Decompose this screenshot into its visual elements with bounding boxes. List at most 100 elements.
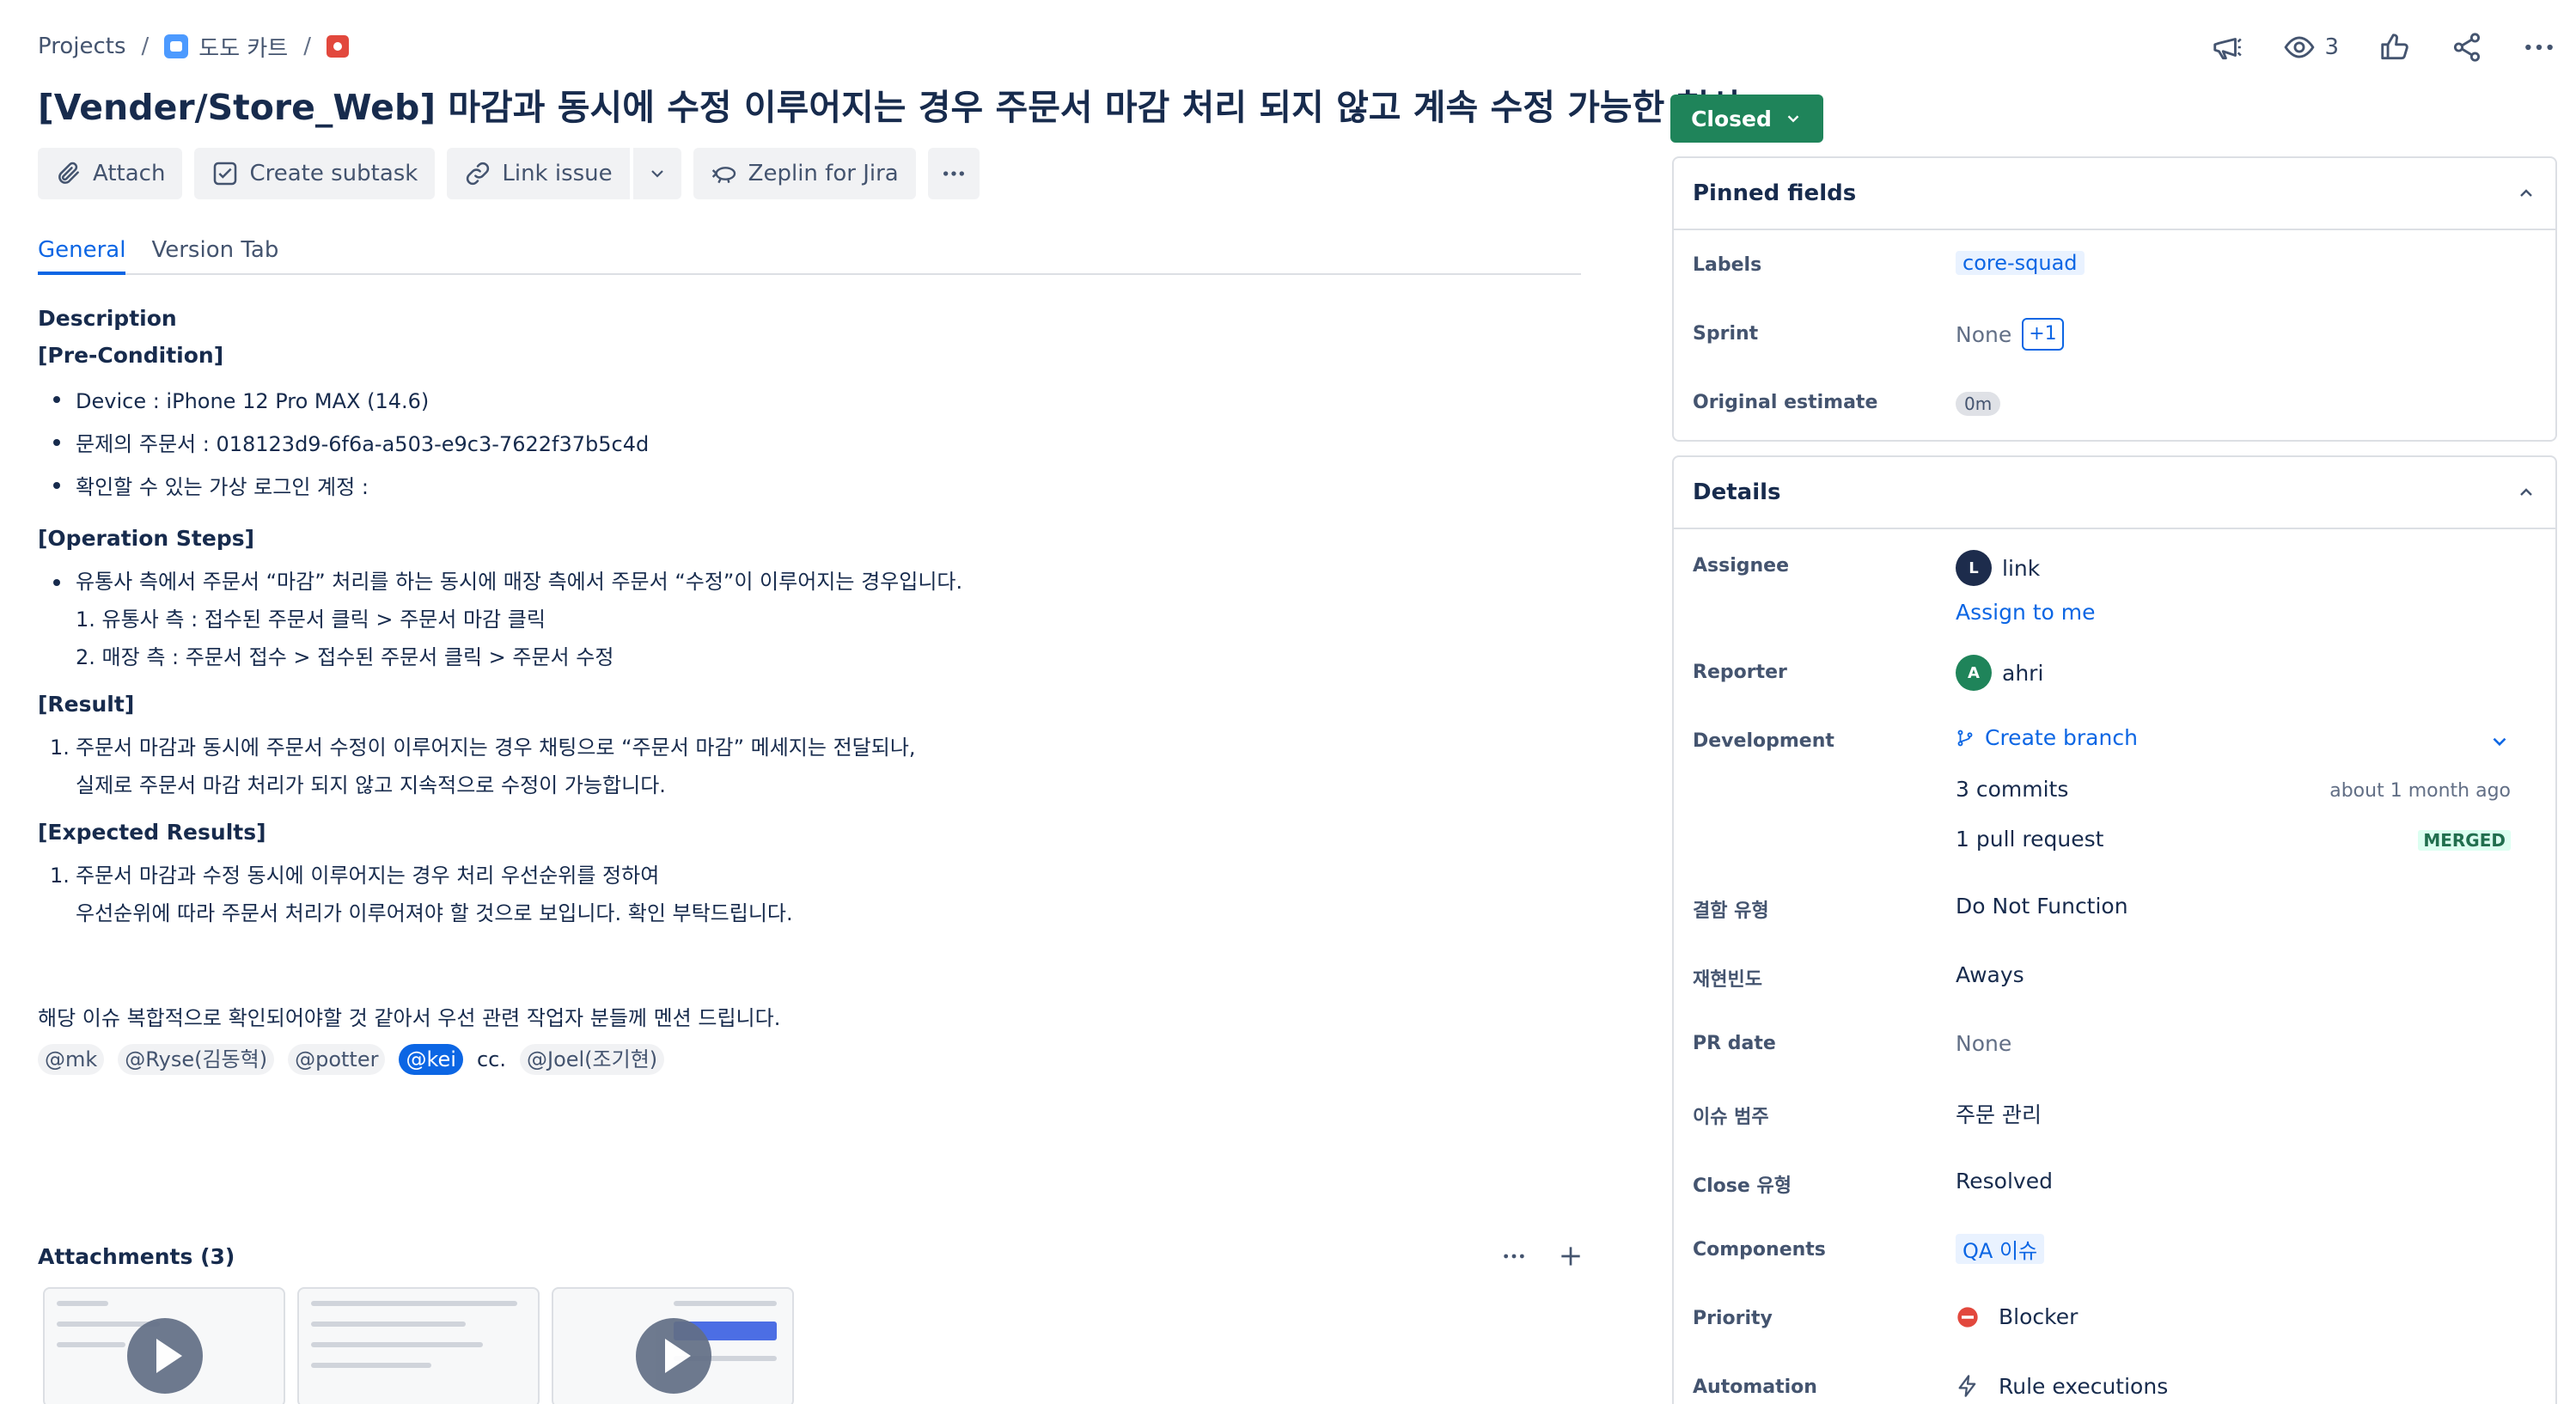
- list-item: 유통사 측에서 주문서 “마감” 처리를 하는 동시에 매장 측에서 주문서 “…: [38, 563, 1584, 601]
- status-label: Closed: [1691, 106, 1772, 131]
- commits-link[interactable]: 3 commits: [1956, 777, 2068, 802]
- watch-count: 3: [2324, 34, 2339, 60]
- sprint-field-value[interactable]: None +1: [1956, 318, 2064, 351]
- avatar: L: [1956, 550, 1992, 586]
- pinned-fields-header[interactable]: Pinned fields: [1674, 158, 2555, 230]
- defect-type-field-value[interactable]: Do Not Function: [1956, 894, 2128, 919]
- play-icon: [127, 1318, 203, 1394]
- pull-request-link[interactable]: 1 pull request: [1956, 827, 2103, 852]
- estimate-field-value[interactable]: 0m: [1956, 392, 2001, 416]
- link-issue-button[interactable]: Link issue: [447, 148, 630, 199]
- pinned-fields-title: Pinned fields: [1693, 180, 1857, 206]
- assignee-field-value[interactable]: L link: [1956, 550, 2040, 586]
- expected-line: 주문서 마감과 수정 동시에 이루어지는 경우 처리 우선순위를 정하여: [76, 864, 660, 888]
- attachments-actions: [1500, 1242, 1584, 1270]
- list-number: 1.: [50, 736, 70, 760]
- attachment-thumbnail[interactable]: [552, 1287, 794, 1404]
- avatar: A: [1956, 655, 1992, 691]
- list-item: 1. 주문서 마감과 동시에 주문서 수정이 이루어지는 경우 채팅으로 “주문…: [38, 729, 1584, 766]
- share-button[interactable]: [2451, 31, 2483, 64]
- cc-label: cc.: [476, 1047, 506, 1071]
- labels-field-value[interactable]: core-squad: [1956, 251, 2085, 275]
- breadcrumb-separator: /: [303, 34, 311, 59]
- components-field-value[interactable]: QA 이슈: [1956, 1234, 2045, 1264]
- blocker-priority-icon: [1957, 1306, 1978, 1328]
- attach-button[interactable]: Attach: [38, 148, 183, 199]
- bug-issue-type-icon[interactable]: [327, 35, 349, 58]
- mention-ryse[interactable]: @Ryse(김동혁): [118, 1044, 275, 1075]
- create-subtask-label: Create subtask: [249, 161, 418, 186]
- details-header[interactable]: Details: [1674, 457, 2555, 529]
- project-icon: [164, 34, 189, 58]
- priority-value: Blocker: [1999, 1304, 2079, 1329]
- step-item: 2. 매장 측 : 주문서 접수 > 접수된 주문서 클릭 > 주문서 수정: [76, 645, 614, 669]
- breadcrumb-projects-link[interactable]: Projects: [38, 34, 126, 59]
- pr-date-field-label: PR date: [1693, 1033, 1776, 1054]
- chevron-down-icon: [650, 170, 663, 178]
- create-branch-link[interactable]: Create branch: [1956, 725, 2138, 750]
- assignee-name: link: [2002, 555, 2041, 581]
- pinned-fields-panel: Pinned fields Labels core-squad Sprint N…: [1672, 156, 2557, 442]
- mention-potter[interactable]: @potter: [288, 1044, 386, 1075]
- watch-button[interactable]: 3: [2283, 31, 2339, 64]
- attachment-thumbnail[interactable]: [43, 1287, 285, 1404]
- reporter-field-value[interactable]: A ahri: [1956, 655, 2043, 691]
- zeplin-label: Zeplin for Jira: [748, 161, 899, 186]
- category-field-value[interactable]: 주문 관리: [1956, 1098, 2042, 1129]
- sprint-field-label: Sprint: [1693, 323, 1759, 345]
- close-type-field-value[interactable]: Resolved: [1956, 1169, 2053, 1193]
- assignee-field-label: Assignee: [1693, 555, 1790, 577]
- tab-version[interactable]: Version Tab: [151, 232, 278, 275]
- feedback-button[interactable]: [2211, 31, 2243, 64]
- status-badge: MERGED: [2418, 830, 2511, 851]
- estimate-value: 0m: [1956, 392, 2001, 416]
- pr-date-field-value[interactable]: None: [1956, 1031, 2011, 1056]
- sprint-value: None: [1956, 321, 2012, 347]
- result-heading: [Result]: [38, 692, 135, 717]
- add-icon[interactable]: [1557, 1242, 1584, 1270]
- link-issue-label: Link issue: [502, 161, 613, 186]
- frequency-field-value[interactable]: Aways: [1956, 962, 2024, 987]
- eye-icon: [2284, 36, 2315, 58]
- chevron-down-icon[interactable]: [2488, 730, 2511, 753]
- more-icon[interactable]: [1500, 1242, 1528, 1270]
- breadcrumb: Projects / 도도 카트 /: [38, 31, 349, 62]
- mention-kei[interactable]: @kei: [399, 1044, 463, 1075]
- tab-general[interactable]: General: [38, 232, 126, 275]
- mention-mk[interactable]: @mk: [38, 1044, 105, 1075]
- issue-title[interactable]: [Vender/Store_Web] 마감과 동시에 수정 이루어지는 경우 주…: [38, 82, 1742, 132]
- sprint-more-badge[interactable]: +1: [2022, 318, 2064, 351]
- development-field-label: Development: [1693, 730, 1834, 752]
- automation-field-label: Automation: [1693, 1377, 1817, 1398]
- megaphone-icon: [2213, 38, 2243, 60]
- component-chip[interactable]: QA 이슈: [1956, 1234, 2045, 1264]
- more-icon: [943, 171, 964, 176]
- vote-button[interactable]: [2378, 31, 2411, 64]
- status-dropdown[interactable]: Closed: [1670, 95, 1823, 143]
- list-item: 문제의 주문서 : 018123d9-6f6a-a503-e9c3-7622f3…: [38, 423, 1584, 466]
- create-subtask-button[interactable]: Create subtask: [194, 148, 436, 199]
- details-panel: Details Assignee L link Assign to me Rep…: [1672, 455, 2557, 1404]
- mention-joel[interactable]: @Joel(조기현): [519, 1044, 665, 1075]
- toolbar-more-button[interactable]: [927, 148, 980, 199]
- zeplin-button[interactable]: Zeplin for Jira: [693, 148, 916, 199]
- breadcrumb-project-link[interactable]: 도도 카트: [198, 31, 288, 63]
- list-number: 1.: [50, 864, 70, 888]
- attachment-thumbnail[interactable]: [297, 1287, 540, 1404]
- labels-field-label: Labels: [1693, 254, 1762, 276]
- more-icon: [2525, 44, 2553, 51]
- details-title: Details: [1693, 479, 1781, 505]
- close-type-field-label: Close 유형: [1693, 1175, 1792, 1197]
- label-chip[interactable]: core-squad: [1956, 251, 2085, 275]
- automation-field-value[interactable]: Rule executions: [1956, 1373, 2168, 1399]
- more-actions-button[interactable]: [2523, 31, 2555, 64]
- components-field-label: Components: [1693, 1239, 1826, 1261]
- description-section[interactable]: Description [Pre-Condition] Device : iPh…: [38, 306, 1584, 1077]
- reporter-field-label: Reporter: [1693, 662, 1787, 683]
- issue-toolbar: Attach Create subtask Link issue Zeplin …: [38, 148, 980, 199]
- assign-to-me-link[interactable]: Assign to me: [1956, 600, 2096, 625]
- chevron-down-icon: [1787, 115, 1799, 123]
- link-issue-dropdown-button[interactable]: [631, 148, 681, 199]
- priority-field-value[interactable]: Blocker: [1956, 1304, 2078, 1329]
- link-icon: [467, 162, 490, 186]
